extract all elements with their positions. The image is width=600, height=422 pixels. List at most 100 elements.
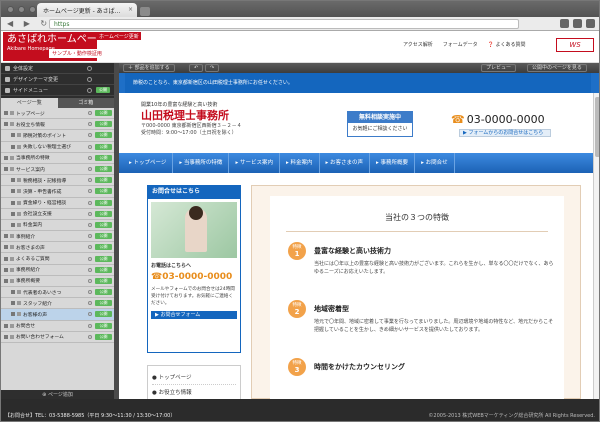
drag-handle-icon[interactable] [11,178,15,183]
new-tab-button[interactable] [140,7,150,16]
url-field[interactable]: https [49,19,519,29]
nav-item[interactable]: ▸ 事務所概要 [370,153,416,173]
publish-badge[interactable]: 公開 [95,300,112,307]
page-list-item[interactable]: 事務所紹介 公開 [1,265,114,276]
drag-handle-icon[interactable] [11,290,15,295]
drag-handle-icon[interactable] [11,133,15,138]
publish-badge[interactable]: 公開 [95,110,112,117]
tab-trash[interactable]: ゴミ箱 [57,98,114,108]
sidebar-item-design-theme[interactable]: デザインテーマ変更 [1,74,114,85]
nav-item[interactable]: ▸ お問合せ [415,153,455,173]
undo-button[interactable]: ↶ [189,64,204,72]
publish-badge[interactable]: 公開 [95,333,112,340]
add-parts-button[interactable]: ＋ 部品を追加する [123,64,175,72]
site-header[interactable]: 開業10年の豊富な経験と高い技術 山田税理士事務所 〒000-0000 東京都新… [119,93,593,153]
nav-item[interactable]: ▸ 当事務所の特徴 [173,153,230,173]
left-menu-item[interactable]: ● お役立ち情報 [152,385,236,399]
zoom-window-button[interactable] [29,6,36,13]
inquiry-form-button[interactable]: ▶ お問合せフォーム [151,311,237,319]
drag-handle-icon[interactable] [4,122,8,127]
nav-item[interactable]: ▸ サービス案内 [229,153,280,173]
inquiry-box[interactable]: お電話はこちらへ ☎03-0000-0000 メールやフォームでのお問合せは24… [147,199,241,353]
header-link-formdata[interactable]: フォームデータ [443,41,478,48]
free-consult-box[interactable]: 無料相談実施中 お気軽にご相談ください [347,111,413,137]
page-list-item[interactable]: 会社設立支援 公開 [1,209,114,220]
drag-handle-icon[interactable] [4,278,8,283]
menu-icon[interactable] [586,19,595,28]
page-list-item[interactable]: お役立ち情報 公開 [1,119,114,131]
page-list-item[interactable]: 節税対策のポイント 公開 [1,130,114,142]
drag-handle-icon[interactable] [4,334,8,339]
drag-handle-icon[interactable] [4,167,8,172]
drag-handle-icon[interactable] [4,323,8,328]
tab-page-list[interactable]: ページ一覧 [1,98,58,108]
publish-badge[interactable]: 公開 [95,233,112,240]
drag-handle-icon[interactable] [11,144,15,149]
page-list-item[interactable]: お問合せ 公開 [1,321,114,332]
announcement-text[interactable]: 節税のことなら、東京都新宿区の山田税理士事務所にお任せください。 [125,73,591,93]
publish-badge[interactable]: 公開 [95,143,112,150]
scroll-thumb[interactable] [595,97,599,157]
publish-badge[interactable]: 公開 [95,266,112,273]
page-list-item[interactable]: スタッフ紹介 公開 [1,298,114,310]
page-list-item[interactable]: よくあるご質問 公開 [1,253,114,265]
header-link-faq[interactable]: ❓ よくある質問 [488,41,526,48]
drag-handle-icon[interactable] [4,111,8,116]
publish-badge[interactable]: 公開 [95,121,112,128]
publish-badge[interactable]: 公開 [95,322,112,329]
view-published-button[interactable]: 公開中のページを見る [527,64,587,72]
drag-handle-icon[interactable] [11,189,15,194]
homepage-update-tab[interactable]: ホームページ更新 [97,32,141,40]
publish-badge[interactable]: 公開 [95,188,112,195]
left-menu-item[interactable]: ● トップページ [152,370,236,385]
drag-handle-icon[interactable] [4,267,8,272]
page-list-item[interactable]: お客様の声 公開 [1,309,114,321]
drag-handle-icon[interactable] [11,200,15,205]
publish-badge[interactable]: 公開 [95,177,112,184]
page-list-item[interactable]: 当事務所の特徴 公開 [1,153,114,164]
page-list-item[interactable]: 代表者のあいさつ 公開 [1,287,114,299]
page-list-item[interactable]: 料金案内 公開 [1,220,114,232]
page-list-item[interactable]: 失敗しない税理士選び 公開 [1,142,114,153]
publish-badge[interactable]: 公開 [95,277,112,284]
publish-badge[interactable]: 公開 [95,132,112,139]
drag-handle-icon[interactable] [11,312,15,317]
publish-badge[interactable]: 公開 [95,244,112,251]
publish-badge[interactable]: 公開 [95,154,112,161]
publish-badge[interactable]: 公開 [95,255,112,262]
form-inquiry-link[interactable]: ▶ フォームからのお問合せはこちら [459,129,551,137]
close-window-button[interactable] [7,6,14,13]
preview-scrollbar[interactable] [593,93,599,399]
page-list-item[interactable]: お客さまの声 公開 [1,242,114,254]
publish-badge[interactable]: 公開 [95,311,112,318]
drag-handle-icon[interactable] [11,211,15,216]
nav-item[interactable]: ▸ お客さまの声 [320,153,371,173]
page-list-item[interactable]: トップページ 公開 [1,108,114,120]
drag-handle-icon[interactable] [4,155,8,160]
browser-tab[interactable]: ホームページ更新 - あさば… × [37,3,137,17]
page-list-item[interactable]: お問い合わせフォーム 公開 [1,332,114,343]
drag-handle-icon[interactable] [4,256,8,261]
page-list-item[interactable]: 税務相談・記帳指導 公開 [1,175,114,187]
nav-item[interactable]: ▸ 料金案内 [280,153,320,173]
extension-icon[interactable] [573,19,582,28]
drag-handle-icon[interactable] [11,222,15,227]
page-list-item[interactable]: 事務所概要 公開 [1,276,114,287]
publish-badge[interactable]: 公開 [95,166,112,173]
drag-handle-icon[interactable] [4,245,8,250]
page-list-item[interactable]: 資金繰り・経営相談 公開 [1,198,114,209]
publish-badge[interactable]: 公開 [95,289,112,296]
page-list-item[interactable]: 決算・申告書作成 公開 [1,186,114,198]
close-tab-icon[interactable]: × [128,6,133,13]
publish-badge[interactable]: 公開 [96,87,110,93]
preview-button[interactable]: プレビュー [481,64,517,72]
sidebar-item-global-settings[interactable]: 全体設定 [1,63,114,74]
sidebar-item-side-menu[interactable]: サイドメニュー 公開 [1,85,114,96]
features-section[interactable]: 当社の３つの特徴 特徴 1 豊富な経験と高い技術力 当社には〇年以上の豊富な経験と高い… [270,196,564,399]
publish-badge[interactable]: 公開 [95,221,112,228]
publish-badge[interactable]: 公開 [95,199,112,206]
page-list-item[interactable]: サービス案内 公開 [1,164,114,176]
page-list-item[interactable]: 事例紹介 公開 [1,231,114,243]
publish-badge[interactable]: 公開 [95,210,112,217]
minimize-window-button[interactable] [18,6,25,13]
